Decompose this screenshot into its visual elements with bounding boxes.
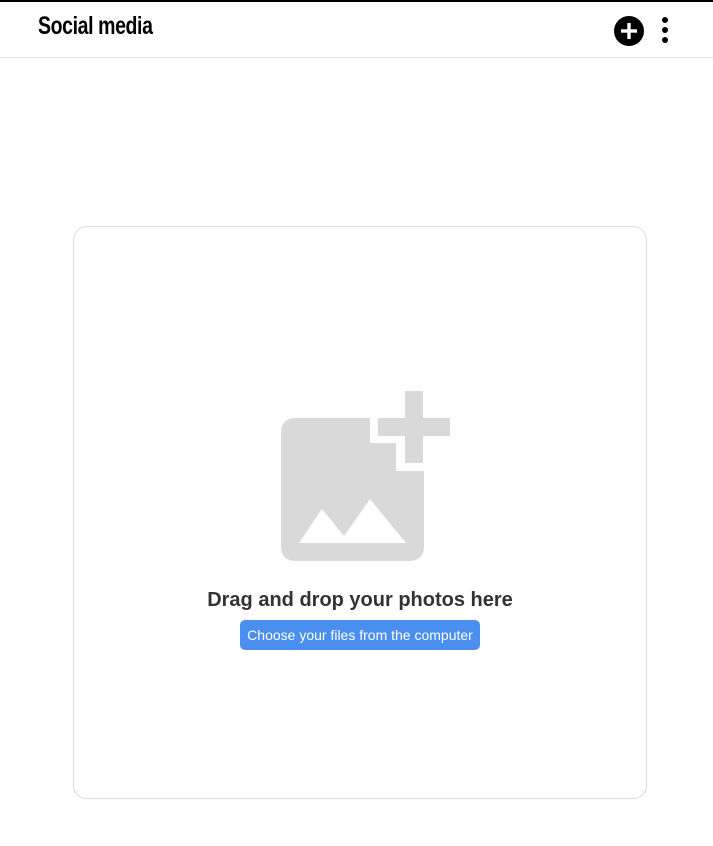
photo-dropzone[interactable]: Drag and drop your photos here Choose yo…	[73, 226, 647, 799]
dropzone-title: Drag and drop your photos here	[207, 589, 513, 611]
plus-circle-icon	[621, 23, 637, 39]
choose-files-button[interactable]: Choose your files from the computer	[240, 620, 480, 650]
add-button[interactable]	[614, 16, 644, 46]
app-header: Social media	[0, 2, 713, 58]
add-photo-icon	[281, 391, 450, 561]
more-options-button[interactable]	[655, 14, 675, 46]
app-title: Social media	[38, 12, 153, 40]
vertical-dots-icon	[662, 17, 668, 43]
